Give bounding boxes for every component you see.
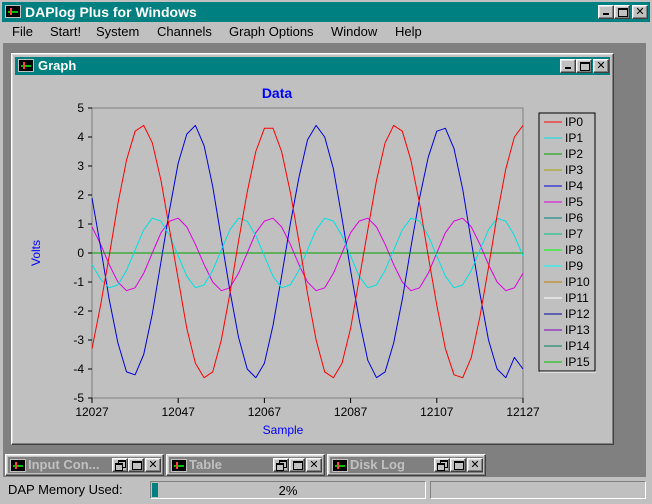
legend-label-ip10: IP10 (565, 275, 590, 289)
maximize-button[interactable] (128, 458, 144, 472)
graph-window: Graph Data 543210-1-2-3-4-5 120271204712… (11, 53, 614, 445)
y-tick-label: 0 (77, 246, 84, 260)
memory-progress-bar: 2% (150, 481, 426, 499)
app-icon[interactable] (5, 5, 21, 18)
x-tick-label: 12067 (248, 405, 282, 419)
minimized-title: Input Con... (28, 457, 100, 472)
minimized-window-table[interactable]: Table (166, 454, 325, 476)
y-tick-label: 2 (77, 188, 84, 202)
minimized-window-disk-log[interactable]: Disk Log (327, 454, 486, 476)
legend-label-ip13: IP13 (565, 323, 590, 337)
menu-file[interactable]: File (12, 24, 33, 39)
legend-label-ip15: IP15 (565, 355, 590, 369)
restore-button[interactable] (434, 458, 450, 472)
menu-system[interactable]: System (96, 24, 139, 39)
y-tick-label: -1 (73, 275, 84, 289)
menu-window[interactable]: Window (331, 24, 377, 39)
legend-label-ip11: IP11 (565, 291, 589, 305)
status-panel (430, 481, 646, 499)
y-tick-label: -5 (73, 391, 84, 405)
minimized-window-input-control[interactable]: Input Con... (5, 454, 164, 476)
restore-button[interactable] (112, 458, 128, 472)
minimized-title-bar[interactable]: Disk Log (330, 457, 483, 473)
legend-label-ip9: IP9 (565, 259, 583, 273)
legend-label-ip4: IP4 (565, 179, 583, 193)
chart-title: Data (262, 85, 293, 101)
legend-label-ip2: IP2 (565, 147, 583, 161)
menu-graph-options[interactable]: Graph Options (229, 24, 314, 39)
app-title-bar[interactable]: DAPlog Plus for Windows (2, 2, 650, 22)
table-window-icon[interactable] (171, 459, 187, 472)
close-button[interactable] (306, 458, 322, 472)
x-tick-label: 12107 (420, 405, 454, 419)
app-title: DAPlog Plus for Windows (25, 4, 197, 20)
legend-label-ip3: IP3 (565, 163, 583, 177)
legend-label-ip0: IP0 (565, 115, 583, 129)
status-bar: DAP Memory Used: 2% (2, 479, 650, 502)
menu-help[interactable]: Help (395, 24, 422, 39)
y-tick-label: -2 (73, 304, 84, 318)
input-control-window-icon[interactable] (10, 459, 26, 472)
legend-label-ip8: IP8 (565, 243, 583, 257)
maximize-button[interactable] (450, 458, 466, 472)
minimize-button[interactable] (598, 5, 614, 19)
minimized-title-bar[interactable]: Input Con... (8, 457, 161, 473)
legend-label-ip7: IP7 (565, 227, 583, 241)
maximize-button[interactable] (614, 5, 630, 19)
legend-label-ip12: IP12 (565, 307, 590, 321)
restore-button[interactable] (273, 458, 289, 472)
x-tick-label: 12027 (75, 405, 109, 419)
maximize-button[interactable] (289, 458, 305, 472)
minimized-title-bar[interactable]: Table (169, 457, 322, 473)
y-tick-label: 1 (77, 217, 84, 231)
close-button[interactable] (632, 5, 648, 19)
x-tick-label: 12047 (162, 405, 196, 419)
y-tick-label: 4 (77, 130, 84, 144)
x-tick-label: 12127 (506, 405, 540, 419)
graph-plot: Data 543210-1-2-3-4-5 12027 12047 12067 120… (29, 85, 596, 437)
memory-percent: 2% (278, 483, 298, 498)
y-tick-label: 5 (77, 101, 84, 115)
memory-used-label: DAP Memory Used: (8, 482, 123, 497)
y-tick-label: -4 (73, 362, 84, 376)
menu-bar: File Start! System Channels Graph Option… (2, 22, 650, 42)
legend-label-ip1: IP1 (565, 131, 583, 145)
legend-label-ip14: IP14 (565, 339, 590, 353)
menu-start[interactable]: Start! (50, 24, 81, 39)
x-axis-label: Sample (263, 423, 304, 437)
legend-label-ip6: IP6 (565, 211, 583, 225)
minimized-title: Disk Log (350, 457, 405, 472)
legend-label-ip5: IP5 (565, 195, 583, 209)
x-axis: 12027 12047 12067 12087 12107 12127 (75, 398, 540, 419)
menu-channels[interactable]: Channels (157, 24, 212, 39)
close-button[interactable] (467, 458, 483, 472)
y-axis-label: Volts (29, 240, 43, 266)
y-tick-label: 3 (77, 159, 84, 173)
y-axis: 5 4 3 2 1 0 -1 -2 -3 -4 -5 (73, 101, 92, 405)
y-tick-label: -3 (73, 333, 84, 347)
x-tick-label: 12087 (334, 405, 368, 419)
disk-log-window-icon[interactable] (332, 459, 348, 472)
minimized-title: Table (189, 457, 222, 472)
close-button[interactable] (145, 458, 161, 472)
